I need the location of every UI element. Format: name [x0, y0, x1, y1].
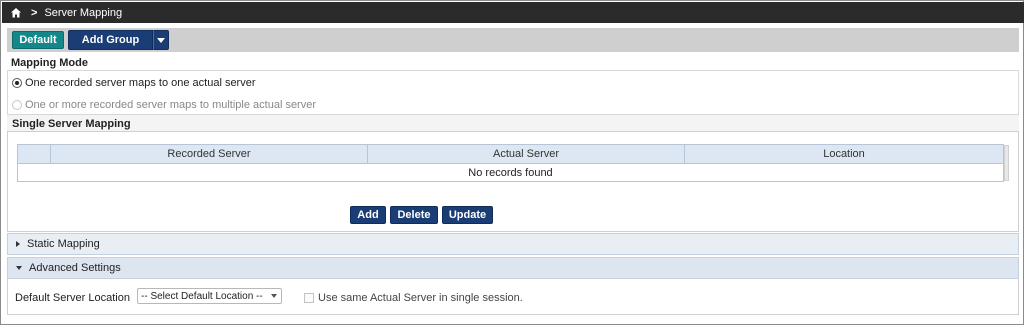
radio-button-unchecked[interactable]: [12, 100, 22, 110]
static-mapping-label: Static Mapping: [27, 238, 100, 250]
static-mapping-header[interactable]: Static Mapping: [7, 233, 1019, 255]
title-bar: > Server Mapping: [2, 2, 1024, 23]
advanced-settings-label: Advanced Settings: [29, 262, 121, 274]
default-button[interactable]: Default: [12, 31, 64, 49]
add-group-menu-button[interactable]: [153, 30, 169, 50]
single-server-mapping-label: Single Server Mapping: [7, 115, 1019, 131]
column-header-location[interactable]: Location: [685, 145, 1003, 163]
same-server-option[interactable]: Use same Actual Server in single session…: [304, 292, 523, 304]
column-header-select[interactable]: [18, 145, 51, 163]
default-location-value: -- Select Default Location --: [141, 290, 263, 302]
default-location-select[interactable]: -- Select Default Location --: [137, 288, 282, 304]
page-frame: > Server Mapping Default Add Group Mappi…: [0, 0, 1024, 325]
page-title: Server Mapping: [44, 6, 123, 19]
empty-table-message: No records found: [468, 166, 553, 179]
triangle-right-icon: [16, 241, 20, 247]
radio-option-label: One recorded server maps to one actual s…: [25, 77, 256, 89]
column-header-actual-server[interactable]: Actual Server: [368, 145, 685, 163]
mapping-mode-panel: One recorded server maps to one actual s…: [7, 70, 1019, 115]
radio-button-checked[interactable]: [12, 78, 22, 88]
radio-option-many-to-many[interactable]: One or more recorded server maps to mult…: [12, 99, 316, 111]
toolbar: Default Add Group: [7, 28, 1019, 52]
radio-option-one-to-one[interactable]: One recorded server maps to one actual s…: [12, 77, 256, 89]
table-header: Recorded Server Actual Server Location: [18, 145, 1003, 164]
radio-option-label: One or more recorded server maps to mult…: [25, 99, 317, 111]
table-scrollbar[interactable]: [1004, 145, 1009, 181]
mapping-mode-label: Mapping Mode: [11, 57, 88, 69]
advanced-settings-panel: Default Server Location -- Select Defaul…: [7, 279, 1019, 315]
delete-button[interactable]: Delete: [390, 206, 438, 224]
add-group-button[interactable]: Add Group: [68, 30, 153, 50]
chevron-right-icon: >: [31, 6, 38, 19]
default-server-location-label: Default Server Location: [15, 292, 130, 304]
column-header-recorded-server[interactable]: Recorded Server: [51, 145, 368, 163]
same-server-checkbox[interactable]: [304, 293, 314, 303]
home-icon[interactable]: [10, 7, 22, 19]
triangle-down-icon: [16, 266, 22, 270]
single-server-mapping-panel: Recorded Server Actual Server Location N…: [7, 131, 1019, 232]
add-button[interactable]: Add: [350, 206, 386, 224]
mapping-action-buttons: Add Delete Update: [350, 206, 493, 224]
chevron-down-icon: [271, 294, 277, 298]
update-button[interactable]: Update: [442, 206, 493, 224]
caret-down-icon: [157, 37, 165, 43]
same-server-label: Use same Actual Server in single session…: [318, 292, 523, 304]
advanced-settings-header[interactable]: Advanced Settings: [7, 257, 1019, 279]
server-mapping-table: Recorded Server Actual Server Location N…: [17, 144, 1009, 182]
